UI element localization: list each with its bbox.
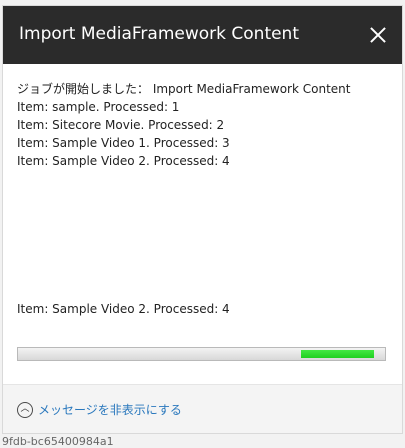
chevron-up-icon: ︿ — [17, 401, 33, 418]
close-icon[interactable] — [368, 25, 388, 45]
import-dialog: Import MediaFramework Content ジョブが開始しました… — [3, 6, 402, 433]
processed-item-3: Item: Sample Video 1. Processed: 3 — [17, 136, 230, 150]
processed-item-1: Item: sample. Processed: 1 — [17, 100, 180, 114]
progress-indicator — [300, 350, 374, 358]
hide-messages-label: メッセージを非表示にする — [38, 403, 182, 417]
dialog-footer: ︿ メッセージを非表示にする — [3, 384, 402, 433]
processed-item-2: Item: Sitecore Movie. Processed: 2 — [17, 118, 225, 132]
progress-bar — [17, 347, 386, 361]
job-log: ジョブが開始しました： Import MediaFramework Conten… — [17, 80, 387, 170]
job-started-message: ジョブが開始しました： Import MediaFramework Conten… — [17, 82, 351, 96]
dialog-title: Import MediaFramework Content — [19, 24, 300, 44]
background-partial-id: 9fdb-bc65400984a1 — [2, 435, 114, 448]
hide-messages-button[interactable]: ︿ メッセージを非表示にする — [17, 401, 182, 418]
processed-item-4: Item: Sample Video 2. Processed: 4 — [17, 154, 230, 168]
latest-status: Item: Sample Video 2. Processed: 4 — [17, 302, 230, 316]
dialog-header: Import MediaFramework Content — [3, 6, 402, 64]
